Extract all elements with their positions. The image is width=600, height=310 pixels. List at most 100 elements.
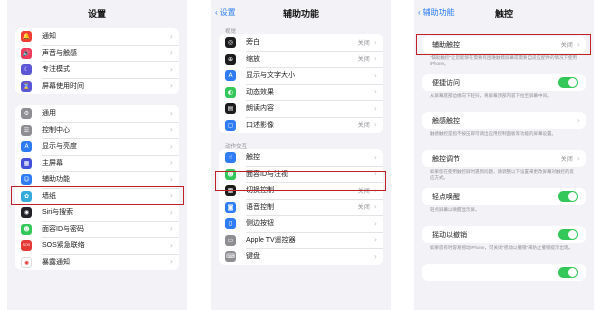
touch-setting-row[interactable]: 触感触控 ›	[422, 112, 586, 129]
sos-icon: SOS	[21, 240, 32, 251]
speech-icon: ▤	[225, 103, 236, 114]
chevron-right-icon: ›	[373, 70, 377, 80]
section-header-vision: 视觉	[225, 29, 237, 35]
settings-row[interactable]: ◐ 动态效果 ›	[219, 83, 383, 101]
row-label: 通用	[42, 110, 56, 118]
settings-row[interactable]: ✺ 暴露通知 ›	[15, 253, 179, 271]
settings-row[interactable]: ⚙ 通用 ›	[15, 105, 179, 122]
row-label: 口述影像	[246, 121, 274, 129]
row-label: 语音控制	[246, 203, 274, 211]
toggle-switch[interactable]	[558, 77, 578, 88]
row-label: 触感触控	[432, 117, 460, 125]
chevron-right-icon: ›	[169, 224, 173, 234]
chevron-right-icon: ›	[373, 235, 377, 245]
side-button-icon: ▯	[225, 218, 236, 229]
settings-row[interactable]: ▢ 口述影像 关闭 ›	[219, 116, 383, 134]
toggle-switch[interactable]	[558, 267, 578, 278]
settings-row[interactable]: ☝ 触控 ›	[219, 149, 383, 166]
settings-row[interactable]: ▯ 侧边按钮 ›	[219, 215, 383, 232]
settings-row[interactable]: SOS SOS紧急联络 ›	[15, 237, 179, 254]
settings-row[interactable]: A 显示与亮度 ›	[15, 138, 179, 155]
text-size-icon: A	[21, 141, 32, 152]
row-label: 旁白	[246, 39, 260, 47]
touch-panel: ‹ 辅助功能 触控 辅助触控 关闭 › “辅助触控”让您能够在需要有困难触摸屏幕或需要自…	[414, 0, 594, 310]
chevron-right-icon: ›	[373, 120, 377, 130]
touch-setting-row[interactable]: 轻点唤醒	[422, 188, 586, 205]
settings-row[interactable]: ⌨ 键盘 ›	[219, 248, 383, 265]
settings-row[interactable]: ▦ 主屏幕 ›	[15, 154, 179, 172]
accessibility-navbar: ‹ 设置 辅助功能	[211, 0, 391, 24]
siri-icon: ◉	[21, 207, 32, 218]
row-label: 缩放	[246, 55, 260, 63]
row-value: 关闭	[357, 205, 370, 212]
remote-icon: ▭	[225, 234, 236, 246]
chevron-right-icon: ›	[169, 257, 173, 267]
settings-row[interactable]: ⊕ 缩放 关闭 ›	[219, 50, 383, 68]
speaker-icon: 🔊	[21, 47, 32, 59]
row-label: 摇动以撤销	[432, 231, 467, 239]
chevron-right-icon: ›	[169, 207, 173, 217]
row-label: Apple TV遥控器	[246, 236, 296, 244]
bell-icon: 🔔	[21, 31, 32, 42]
settings-row[interactable]: ▭ Apple TV遥控器 ›	[219, 231, 383, 249]
row-label: 键盘	[246, 253, 260, 261]
toggle-switch[interactable]	[558, 191, 578, 202]
touch-settings-list: 辅助触控 关闭 › “辅助触控”让您能够在需要有困难触摸屏幕或需要自适应配件的情况下使…	[414, 36, 594, 281]
motion-icon: ◐	[225, 86, 236, 98]
page-title: 触控	[494, 9, 513, 19]
settings-row[interactable]: ◎ 旁白 关闭 ›	[219, 34, 383, 51]
highlight-box-assistive-touch	[416, 34, 591, 55]
toggle-switch[interactable]	[558, 229, 578, 240]
settings-row[interactable]: ◉ Siri与搜索 ›	[15, 204, 179, 221]
audio-description-icon: ▢	[225, 119, 236, 131]
chevron-right-icon: ›	[373, 54, 377, 64]
setting-description: 触感触控是指不按压即可调出应用控制面板等功能的屏幕设置。	[430, 131, 556, 136]
row-label: 轻点唤醒	[432, 193, 460, 201]
settings-row[interactable]: 🔔 通知 ›	[15, 28, 179, 45]
row-label: 辅助功能	[42, 176, 70, 184]
zoom-icon: ⊕	[225, 53, 236, 65]
settings-row[interactable]: ◙ 语音控制 关闭 ›	[219, 198, 383, 216]
voiceover-icon: ◎	[225, 37, 236, 48]
settings-row[interactable]: ☾ 专注模式 ›	[15, 61, 179, 78]
row-label: 屏幕使用时间	[42, 82, 84, 90]
settings-row[interactable]: ⌛ 屏幕使用时间 ›	[15, 77, 179, 95]
accessibility-panel: ‹ 设置 辅助功能 视觉 ◎ 旁白 关闭 › ⊕ 缩放 关闭 › A 显示与文字大小 › ◐ 动态效果 › ▤…	[211, 0, 391, 310]
keyboard-icon: ⌨	[225, 251, 236, 262]
chevron-right-icon: ›	[169, 174, 173, 184]
row-label: 朗读内容	[246, 105, 274, 113]
chevron-right-icon: ›	[169, 31, 173, 41]
settings-row[interactable]: ☻ 面容ID与密码 ›	[15, 220, 179, 238]
settings-row[interactable]: ☰ 控制中心 ›	[15, 121, 179, 139]
settings-row[interactable]: 🔊 声音与触感 ›	[15, 44, 179, 62]
touch-icon: ☝	[225, 152, 236, 163]
row-label: 触控调节	[432, 155, 460, 163]
touch-setting-group: 轻点唤醒	[422, 188, 586, 205]
touch-setting-row[interactable]: 摇动以撤销	[422, 226, 586, 243]
row-label: 控制中心	[42, 126, 70, 134]
row-label: 主屏幕	[42, 159, 63, 167]
touch-setting-row[interactable]: 便捷访问	[422, 74, 586, 91]
settings-row[interactable]: ▤ 朗读内容 ›	[219, 100, 383, 117]
chevron-right-icon: ›	[169, 108, 173, 118]
row-label: 侧边按钮	[246, 220, 274, 228]
row-label: SOS紧急联络	[42, 242, 85, 250]
chevron-right-icon: ›	[169, 158, 173, 168]
chevron-right-icon: ›	[373, 152, 377, 162]
text-size-icon: A	[225, 70, 236, 81]
settings-row[interactable]: A 显示与文字大小 ›	[219, 67, 383, 84]
touch-setting-group: 便捷访问	[422, 74, 586, 91]
touch-setting-row[interactable]: 触控调节 关闭 ›	[422, 150, 586, 167]
touch-setting-row[interactable]	[422, 264, 586, 281]
chevron-right-icon: ›	[576, 116, 580, 125]
touch-navbar: ‹ 辅助功能 触控	[414, 0, 594, 24]
row-value: 关闭	[560, 157, 573, 163]
screenshot-collage: 设置 🔔 通知 › 🔊 声音与触感 › ☾ 专注模式 › ⌛ 屏幕使用时间 › ⚙ 通用 › ☰ 控制中心 › A…	[0, 0, 600, 310]
touch-setting-group: 摇动以撤销	[422, 226, 586, 243]
row-label: 声音与触感	[42, 49, 77, 57]
home-grid-icon: ▦	[21, 157, 32, 169]
voice-control-icon: ◙	[225, 201, 236, 213]
setting-description: 如果您在使用触控屏时遇到问题，请调整以下设置来更改屏幕对触控的反应方式。	[430, 169, 574, 180]
setting-description: 如果您有时容易摇动iPhone，可关闭“摇动以撤销”来防止撤销提示出现。	[430, 245, 574, 250]
setting-description: 从屏幕底部边缘向下轻扫，将屏幕顶部内容下拉至屏幕中间。	[430, 93, 552, 98]
